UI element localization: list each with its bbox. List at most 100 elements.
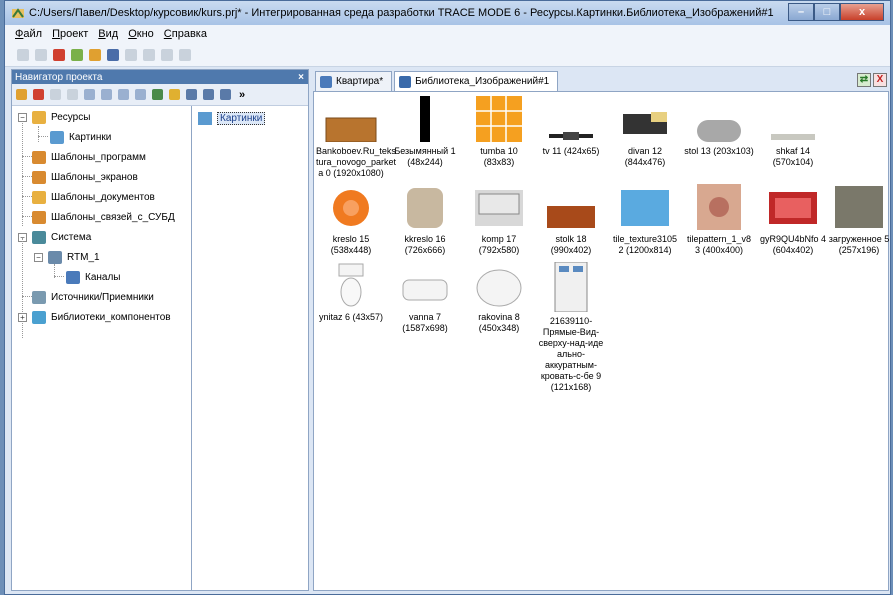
add-group-icon[interactable] bbox=[71, 48, 83, 61]
tree-item-pictures[interactable]: Картинки bbox=[50, 128, 111, 146]
gallery-item[interactable]: Безымянный 1 (48x244) bbox=[390, 96, 460, 168]
gallery-item[interactable]: Bankoboev.Ru_teks tura_novogo_parket a 0… bbox=[316, 96, 396, 179]
gallery-item[interactable]: загруженное 5 (257x196) bbox=[824, 184, 893, 256]
menu-file[interactable]: Файл bbox=[15, 28, 42, 40]
gallery-item[interactable]: vanna 7 (1587x698) bbox=[390, 262, 460, 334]
editor-area: Квартира* Библиотека_Изображений#1 ⇄ X B… bbox=[311, 69, 889, 591]
more-tools-chevron-icon[interactable]: » bbox=[239, 89, 245, 101]
gallery-item[interactable]: divan 12 (844x476) bbox=[610, 96, 680, 168]
gallery-item[interactable]: rakovina 8 (450x348) bbox=[464, 262, 534, 334]
copy-icon[interactable] bbox=[84, 89, 95, 100]
tree-item-component-libraries[interactable]: Библиотеки_компонентов bbox=[32, 308, 171, 326]
gallery-item[interactable]: kkreslo 16 (726x666) bbox=[390, 184, 460, 256]
copy-icon-2[interactable] bbox=[125, 48, 137, 61]
tree-item-screen-templates[interactable]: Шаблоны_экранов bbox=[32, 168, 138, 186]
main-toolbar bbox=[5, 43, 890, 67]
sources-receivers-icon bbox=[32, 290, 46, 304]
gallery-item[interactable]: gyR9QU4bNfo 4 (604x402) bbox=[758, 184, 828, 256]
grid-icon[interactable] bbox=[152, 89, 163, 100]
pictures-icon bbox=[198, 112, 212, 125]
new-object-icon[interactable] bbox=[16, 89, 27, 100]
tab-image-library[interactable]: Библиотека_Изображений#1 bbox=[394, 71, 559, 91]
tree-view-icon[interactable] bbox=[186, 89, 197, 100]
armchair-thumbnail bbox=[333, 190, 369, 226]
navigator-header: Навигатор проекта × bbox=[12, 70, 308, 84]
tile-pattern-thumbnail bbox=[697, 184, 741, 230]
menu-bar: Файл Проект Вид Окно Справка bbox=[5, 25, 890, 43]
gallery-item[interactable]: tv 11 (424x65) bbox=[536, 96, 606, 157]
restore-tab-icon[interactable]: ⇄ bbox=[857, 73, 871, 87]
laptop-thumbnail bbox=[475, 190, 523, 226]
tree-item-system[interactable]: Система bbox=[32, 228, 91, 246]
redo-icon[interactable] bbox=[179, 48, 191, 61]
navigator-close-icon[interactable]: × bbox=[298, 72, 304, 83]
tree-item-document-templates[interactable]: Шаблоны_документов bbox=[32, 188, 155, 206]
minimize-button[interactable]: – bbox=[788, 3, 814, 21]
delete-icon[interactable] bbox=[33, 89, 44, 100]
collapse-resources-icon[interactable]: − bbox=[18, 113, 27, 122]
close-button[interactable]: x bbox=[840, 3, 884, 21]
binoculars-icon[interactable] bbox=[169, 89, 180, 100]
parquet-texture-thumbnail bbox=[325, 117, 377, 142]
dbms-templates-icon bbox=[32, 210, 46, 224]
menu-project[interactable]: Проект bbox=[52, 28, 88, 40]
trace-mode-app-icon bbox=[12, 8, 24, 18]
undo-icon[interactable] bbox=[161, 48, 173, 61]
gallery-item[interactable]: shkaf 14 (570x104) bbox=[758, 96, 828, 168]
list-item-pictures[interactable]: Картинки bbox=[198, 112, 266, 125]
paste-icon[interactable] bbox=[101, 89, 112, 100]
sofa-thumbnail bbox=[623, 112, 667, 134]
undo-icon[interactable] bbox=[50, 89, 61, 100]
program-templates-icon bbox=[32, 150, 46, 164]
list-view-icon[interactable] bbox=[203, 89, 214, 100]
gallery-item[interactable]: stol 13 (203x103) bbox=[684, 96, 754, 157]
tree-item-rtm-1[interactable]: RTM_1 bbox=[48, 248, 100, 266]
collapse-rtm-icon[interactable]: − bbox=[34, 253, 43, 262]
title-bar[interactable]: C:/Users/Павел/Desktop/курсовик/kurs.prj… bbox=[5, 1, 890, 25]
details-view-icon[interactable] bbox=[220, 89, 231, 100]
gallery-item[interactable]: tumba 10 (83x83) bbox=[464, 96, 534, 168]
paste-icon[interactable] bbox=[35, 48, 47, 61]
gallery-item[interactable]: ynitaz 6 (43x57) bbox=[316, 262, 386, 323]
system-icon bbox=[32, 230, 46, 244]
tab-apartment[interactable]: Квартира* bbox=[315, 71, 393, 91]
tree-item-program-templates[interactable]: Шаблоны_программ bbox=[32, 148, 146, 166]
menu-help[interactable]: Справка bbox=[164, 28, 207, 40]
tree-item-sources-receivers[interactable]: Источники/Приемники bbox=[32, 288, 154, 306]
cut-icon[interactable] bbox=[107, 48, 119, 61]
gallery-item[interactable]: kreslo 15 (538x448) bbox=[316, 184, 386, 256]
paste-icon-2[interactable] bbox=[143, 48, 155, 61]
toilet-thumbnail bbox=[338, 263, 364, 307]
cabinet-thumbnail bbox=[476, 96, 522, 142]
gallery-item[interactable]: komp 17 (792x580) bbox=[464, 184, 534, 256]
wardrobe-thumbnail bbox=[771, 134, 815, 140]
export-icon[interactable] bbox=[135, 89, 146, 100]
delete-icon[interactable] bbox=[53, 48, 65, 61]
link-icon[interactable] bbox=[118, 89, 129, 100]
navigator-content-list: Картинки bbox=[192, 106, 308, 590]
desk-thumbnail bbox=[547, 206, 595, 228]
close-tab-icon[interactable]: X bbox=[873, 73, 887, 87]
maximize-button[interactable]: □ bbox=[814, 3, 840, 21]
carpet-thumbnail bbox=[769, 192, 817, 224]
menu-window[interactable]: Окно bbox=[128, 28, 154, 40]
gallery-item[interactable]: tilepattern_1_v8 3 (400x400) bbox=[684, 184, 754, 256]
window-title: C:/Users/Павел/Desktop/курсовик/kurs.prj… bbox=[29, 7, 774, 19]
gallery-item[interactable]: stolk 18 (990x402) bbox=[536, 184, 606, 256]
image-library-gallery: Bankoboev.Ru_teks tura_novogo_parket a 0… bbox=[313, 91, 889, 591]
bed-thumbnail bbox=[554, 262, 588, 312]
copy-icon[interactable] bbox=[17, 48, 29, 61]
gallery-item[interactable]: tile_texture3105 2 (1200x814) bbox=[610, 184, 680, 256]
gallery-item[interactable]: 21639110-Прямые-Вид-сверху-над-иде ально… bbox=[536, 262, 606, 393]
tree-item-dbms-templates[interactable]: Шаблоны_связей_с_СУБД bbox=[32, 208, 175, 226]
menu-view[interactable]: Вид bbox=[98, 28, 118, 40]
tree-item-channels[interactable]: Каналы bbox=[66, 268, 121, 286]
main-window: C:/Users/Павел/Desktop/курсовик/kurs.prj… bbox=[4, 0, 891, 595]
channels-icon bbox=[66, 270, 80, 284]
redo-icon[interactable] bbox=[67, 89, 78, 100]
expand-component-libraries-icon[interactable]: + bbox=[18, 313, 27, 322]
properties-icon[interactable] bbox=[89, 48, 101, 61]
document-tabs: Квартира* Библиотека_Изображений#1 bbox=[311, 69, 889, 91]
tree-item-resources[interactable]: Ресурсы bbox=[32, 108, 90, 126]
table-thumbnail bbox=[697, 120, 741, 142]
